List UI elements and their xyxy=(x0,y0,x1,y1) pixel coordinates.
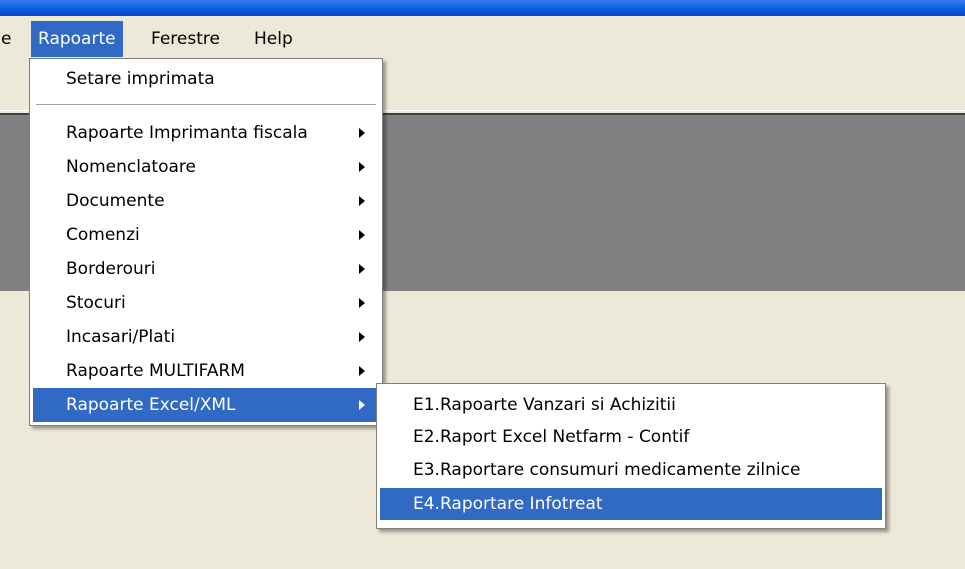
menu-item-label: Stocuri xyxy=(66,293,126,313)
menu-item-comenzi[interactable]: Comenzi xyxy=(33,218,379,252)
menu-help[interactable]: Help xyxy=(247,21,300,57)
window-title-bar xyxy=(0,0,965,16)
menu-item-label: Borderouri xyxy=(66,259,156,279)
menu-item-label: Incasari/Plati xyxy=(66,327,176,347)
menu-item-label: Nomenclatoare xyxy=(66,157,196,177)
menu-item-label: Rapoarte Excel/XML xyxy=(66,395,236,415)
submenu-arrow-icon xyxy=(359,332,365,342)
submenu-item-e1[interactable]: E1.Rapoarte Vanzari si Achizitii xyxy=(380,389,882,421)
menu-item-borderouri[interactable]: Borderouri xyxy=(33,252,379,286)
menu-item-label: Comenzi xyxy=(66,225,140,245)
menu-item-label: Rapoarte MULTIFARM xyxy=(66,361,245,381)
submenu-arrow-icon xyxy=(359,162,365,172)
menu-ferestre[interactable]: Ferestre xyxy=(144,21,227,57)
submenu-arrow-icon xyxy=(359,298,365,308)
menu-item-documente[interactable]: Documente xyxy=(33,184,379,218)
menu-separator xyxy=(36,104,376,106)
submenu-arrow-icon xyxy=(359,366,365,376)
submenu-arrow-icon xyxy=(359,400,365,410)
menu-item-partial[interactable]: e xyxy=(0,21,18,57)
submenu-arrow-icon xyxy=(359,128,365,138)
menu-bar: e Rapoarte Ferestre Help xyxy=(0,16,965,63)
menu-rapoarte[interactable]: Rapoarte xyxy=(31,21,123,57)
menu-item-label: Setare imprimata xyxy=(66,69,215,89)
submenu-item-label: E1.Rapoarte Vanzari si Achizitii xyxy=(413,395,676,415)
excel-xml-submenu: E1.Rapoarte Vanzari si Achizitii E2.Rapo… xyxy=(376,383,886,529)
rapoarte-dropdown-menu: Setare imprimata Rapoarte Imprimanta fis… xyxy=(29,58,383,426)
menu-item-stocuri[interactable]: Stocuri xyxy=(33,286,379,320)
menu-item-rapoarte-multifarm[interactable]: Rapoarte MULTIFARM xyxy=(33,354,379,388)
submenu-item-e4[interactable]: E4.Raportare Infotreat xyxy=(380,488,882,520)
menu-item-rapoarte-imprimanta-fiscala[interactable]: Rapoarte Imprimanta fiscala xyxy=(33,116,379,150)
menu-item-setare-imprimata[interactable]: Setare imprimata xyxy=(33,62,379,96)
submenu-item-label: E4.Raportare Infotreat xyxy=(413,494,603,514)
menu-item-rapoarte-excel-xml[interactable]: Rapoarte Excel/XML xyxy=(33,388,379,422)
submenu-item-e3[interactable]: E3.Raportare consumuri medicamente zilni… xyxy=(380,454,882,486)
submenu-item-e2[interactable]: E2.Raport Excel Netfarm - Contif xyxy=(380,421,882,453)
menu-item-nomenclatoare[interactable]: Nomenclatoare xyxy=(33,150,379,184)
submenu-arrow-icon xyxy=(359,196,365,206)
submenu-item-label: E3.Raportare consumuri medicamente zilni… xyxy=(413,460,801,480)
menu-item-label: Documente xyxy=(66,191,165,211)
submenu-item-label: E2.Raport Excel Netfarm - Contif xyxy=(413,427,690,447)
menu-item-label: Rapoarte Imprimanta fiscala xyxy=(66,123,308,143)
menu-item-incasari-plati[interactable]: Incasari/Plati xyxy=(33,320,379,354)
submenu-arrow-icon xyxy=(359,230,365,240)
submenu-arrow-icon xyxy=(359,264,365,274)
